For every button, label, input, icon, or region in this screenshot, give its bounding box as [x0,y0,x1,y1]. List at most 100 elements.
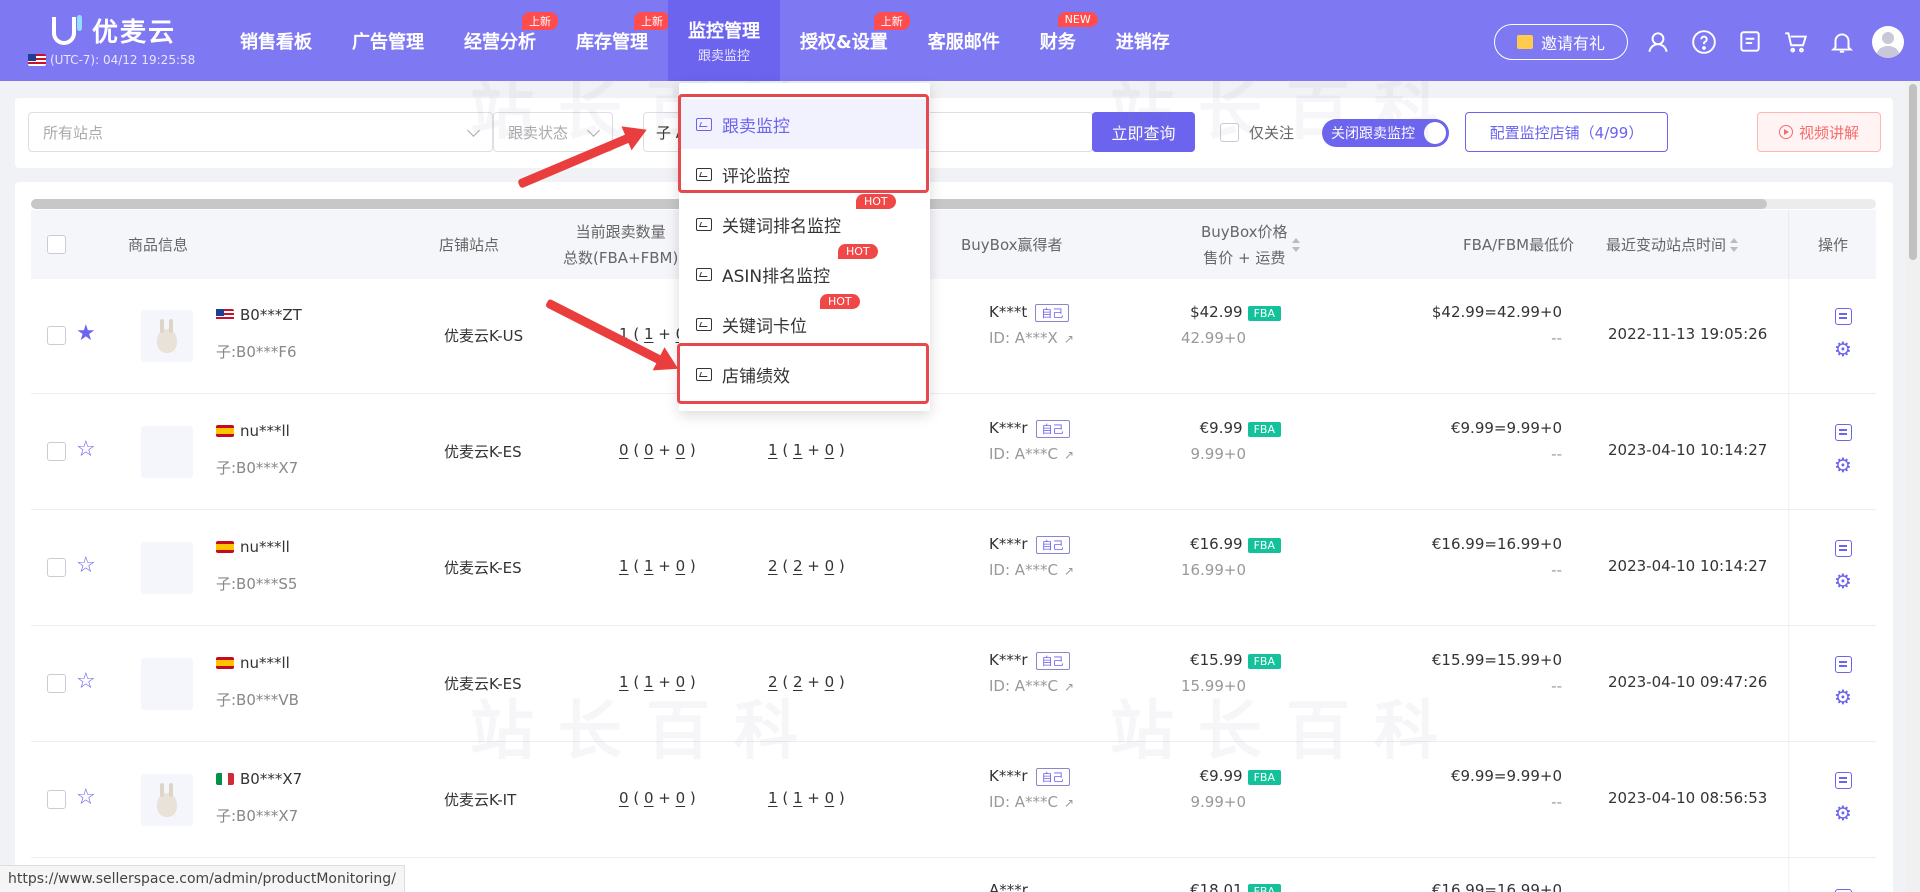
hot-badge: HOT [856,194,896,209]
scrollbar-thumb[interactable] [1909,84,1917,260]
bell-icon[interactable] [1826,26,1858,58]
recent-change-time: 2022-11-13 19:05:26 [1608,325,1768,343]
external-link-icon[interactable]: ↗ [1064,796,1074,810]
product-thumbnail[interactable] [141,658,193,710]
star-outline-icon[interactable]: ☆ [76,437,96,462]
details-icon[interactable] [1835,424,1852,441]
external-link-icon[interactable]: ↗ [1064,448,1074,462]
nav-sales-dashboard[interactable]: 销售看板 [220,0,332,81]
current-count[interactable]: 1 ( 1 + 0 ) [619,673,696,691]
site-select[interactable]: 所有站点 [28,112,493,152]
row-checkbox[interactable] [47,442,66,461]
menu-item-asin-rank[interactable]: ASIN排名监控 [679,249,930,299]
highlight-box [678,94,929,193]
nav-purchase-sales[interactable]: 进销存 [1096,0,1190,81]
child-asin[interactable]: 子:B0***X7 [216,805,298,826]
gear-icon[interactable]: ⚙ [1834,571,1852,591]
child-asin[interactable]: 子:B0***S5 [216,573,297,594]
gear-icon[interactable]: ⚙ [1834,687,1852,707]
product-thumbnail[interactable] [141,774,193,826]
child-asin[interactable]: 子:B0***VB [216,689,299,710]
nav-service-mail[interactable]: 客服邮件 [908,0,1020,81]
message-icon[interactable] [1734,26,1766,58]
col-buybox-price[interactable]: BuyBox价格 售价 + 运费 [1201,210,1300,279]
current-count[interactable]: 0 ( 0 + 0 ) [619,441,696,459]
new-badge: 上新 [522,12,558,30]
invite-button[interactable]: 邀请有礼 [1494,24,1628,60]
winner-id[interactable]: ID: A***C ↗ [989,677,1074,695]
star-outline-icon[interactable]: ☆ [76,785,96,810]
count-fbm: 0 [824,789,835,807]
help-icon[interactable] [1688,26,1720,58]
history-count[interactable]: 2 ( 2 + 0 ) [768,673,845,691]
current-count[interactable]: 1 ( 1 + 0 ) [619,557,696,575]
timezone-clock: (UTC-7): 04/12 19:25:58 [28,53,195,67]
winner-id[interactable]: ID: A***X ↗ [989,329,1074,347]
product-thumbnail[interactable] [141,542,193,594]
config-stores-button[interactable]: 配置监控店铺（4/99） [1465,112,1668,152]
nav-ads[interactable]: 广告管理 [332,0,444,81]
col-recent-change[interactable]: 最近变动站点时间 [1606,210,1739,279]
product-title[interactable]: nu***ll [216,654,290,672]
product-title[interactable]: B0***ZT [216,306,302,324]
history-count[interactable]: 1 ( 1 + 0 ) [768,789,845,807]
external-link-icon[interactable]: ↗ [1064,332,1074,346]
product-title[interactable]: nu***ll [216,538,290,556]
row-checkbox[interactable] [47,790,66,809]
product-title[interactable]: B0***X7 [216,770,302,788]
winner-id[interactable]: ID: A***C ↗ [989,561,1074,579]
video-tutorial-button[interactable]: 视频讲解 [1757,112,1881,152]
nav-settings[interactable]: 授权&设置 上新 [780,0,910,81]
count-fba: 0 [643,789,654,807]
count-fba: 2 [792,557,803,575]
product-thumbnail[interactable] [141,310,193,362]
row-checkbox[interactable] [47,674,66,693]
nav-finance[interactable]: 财务 NEW [1020,0,1098,81]
browser-status-url: https://www.sellerspace.com/admin/produc… [0,865,405,892]
row-checkbox[interactable] [47,558,66,577]
history-count[interactable]: 2 ( 2 + 0 ) [768,557,845,575]
lowest-price: €16.99=16.99+0 [1431,881,1562,892]
winner-id[interactable]: ID: A***C ↗ [989,445,1074,463]
details-icon[interactable] [1835,540,1852,557]
select-all-checkbox[interactable] [47,235,66,254]
user-service-icon[interactable] [1642,26,1674,58]
winner-id-text: ID: A***C [989,677,1059,695]
gear-icon[interactable]: ⚙ [1834,339,1852,359]
current-count[interactable]: 0 ( 0 + 0 ) [619,789,696,807]
external-link-icon[interactable]: ↗ [1064,680,1074,694]
details-icon[interactable] [1835,308,1852,325]
query-button[interactable]: 立即查询 [1092,112,1195,152]
nav-monitoring[interactable]: 监控管理 跟卖监控 [668,0,780,81]
product-thumbnail[interactable] [141,426,193,478]
cart-icon[interactable] [1780,26,1812,58]
star-outline-icon[interactable]: ☆ [76,669,96,694]
gear-icon[interactable]: ⚙ [1834,803,1852,823]
sort-icon[interactable] [1291,237,1300,252]
checkbox[interactable] [1220,123,1239,142]
vertical-scrollbar[interactable] [1906,82,1920,892]
menu-item-keyword-position[interactable]: 关键词卡位 [679,299,930,349]
product-title[interactable]: nu***ll [216,422,290,440]
history-count[interactable]: 1 ( 1 + 0 ) [768,441,845,459]
details-icon[interactable] [1835,656,1852,673]
app-logo[interactable]: 优麦云 [52,12,176,49]
child-asin[interactable]: 子:B0***X7 [216,457,298,478]
star-filled-icon[interactable]: ★ [76,321,96,346]
row-checkbox[interactable] [47,326,66,345]
external-link-icon[interactable]: ↗ [1064,564,1074,578]
avatar[interactable] [1872,26,1904,58]
star-outline-icon[interactable]: ☆ [76,553,96,578]
only-follow-checkbox[interactable]: 仅关注 [1220,122,1294,143]
nav-inventory[interactable]: 库存管理 上新 [556,0,670,81]
nav-analysis[interactable]: 经营分析 上新 [444,0,558,81]
monitor-toggle[interactable]: 关闭跟卖监控 [1322,119,1449,147]
gear-icon[interactable]: ⚙ [1834,455,1852,475]
new-badge: 上新 [634,12,670,30]
price-detail: 9.99+0 [1190,793,1246,811]
child-asin[interactable]: 子:B0***F6 [216,341,297,362]
monitor-table: 商品信息 店铺站点 当前跟卖数量 总数(FBA+FBM) BuyBox赢得者 B… [15,182,1893,892]
sort-icon[interactable] [1730,237,1739,252]
details-icon[interactable] [1835,772,1852,789]
winner-id[interactable]: ID: A***C ↗ [989,793,1074,811]
